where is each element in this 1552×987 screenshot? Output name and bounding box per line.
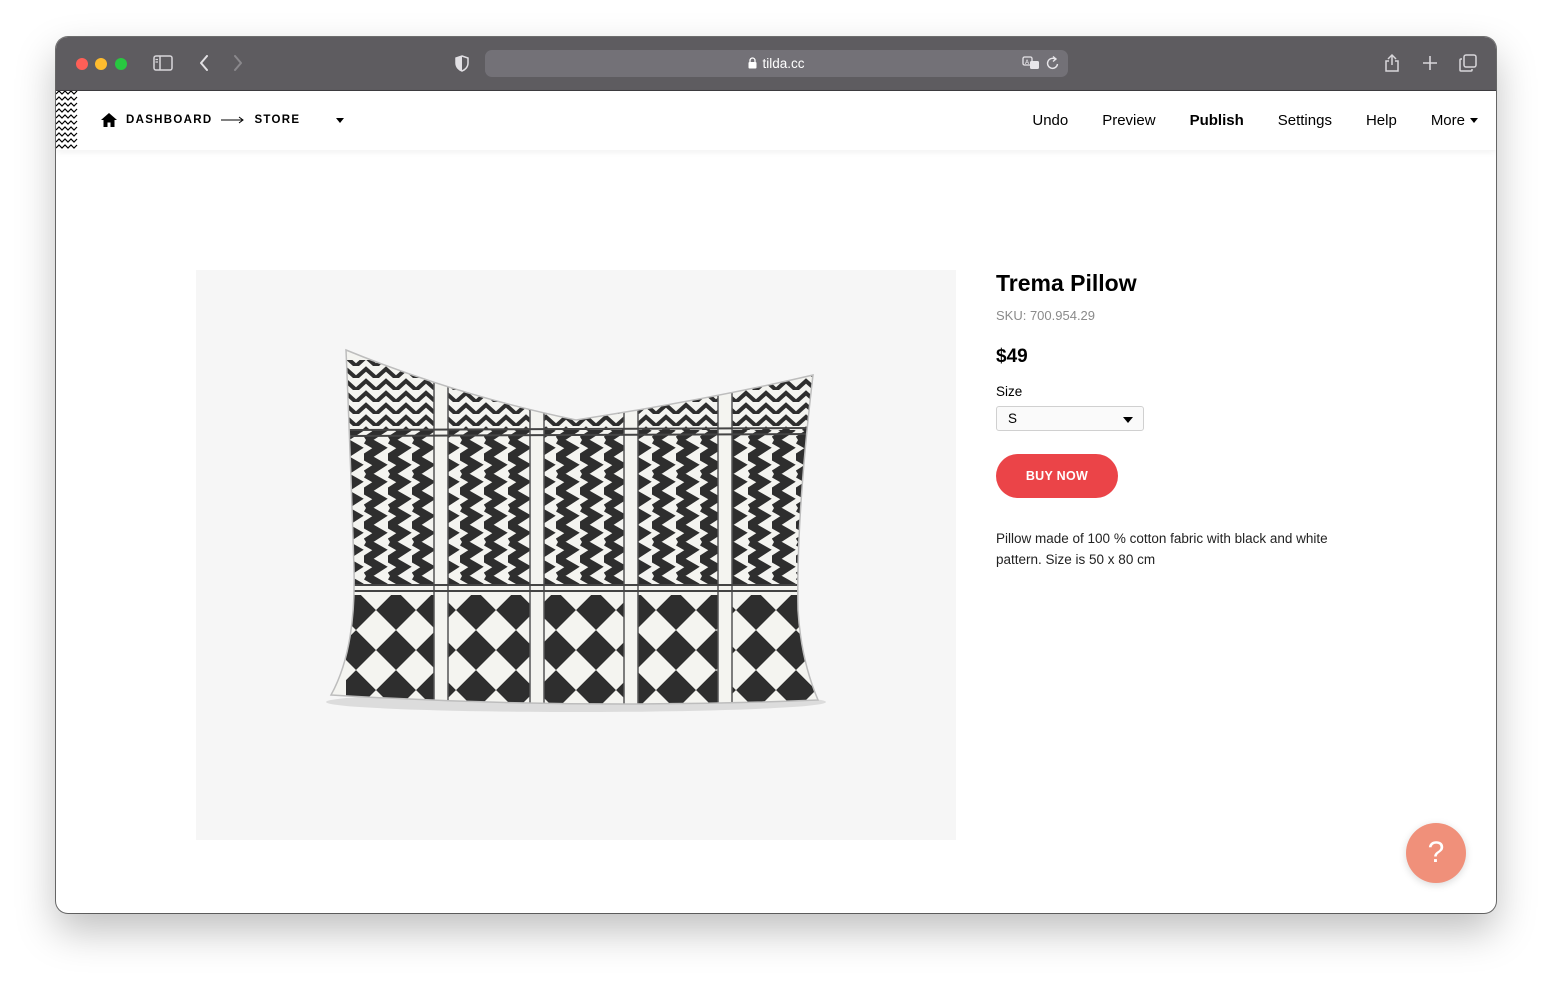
editor-menu: Undo Preview Publish Settings Help More [998,91,1478,150]
product-title: Trema Pillow [996,270,1137,296]
forward-icon[interactable] [230,51,246,75]
pillow-image [326,348,826,712]
shield-icon[interactable] [453,51,471,75]
zoom-window-button[interactable] [115,58,127,70]
reload-icon[interactable] [1046,55,1060,76]
breadcrumb-dashboard[interactable]: DASHBOARD [126,114,212,126]
share-icon[interactable] [1382,51,1402,75]
browser-window: tilda.cc A DASHBOARD STORE Undo Preview … [56,37,1496,913]
browser-toolbar: tilda.cc A [56,37,1496,91]
product-sku: SKU: 700.954.29 [996,308,1096,323]
tabs-overview-icon[interactable] [1457,51,1479,75]
chevron-down-icon [1470,118,1478,123]
lock-icon [748,51,757,78]
new-tab-icon[interactable] [1420,51,1440,75]
sidebar-icon[interactable] [152,51,174,75]
settings-button[interactable]: Settings [1278,112,1332,129]
product-description: Pillow made of 100 % cotton fabric with … [996,531,1328,567]
page-dropdown-caret-icon[interactable] [336,118,344,123]
product-price: $49 [996,346,1028,367]
help-menu-button[interactable]: Help [1366,112,1397,129]
back-icon[interactable] [196,51,212,75]
close-window-button[interactable] [76,58,88,70]
breadcrumb-store[interactable]: STORE [254,114,300,126]
help-question-button[interactable]: ? [1406,823,1466,883]
translate-icon[interactable]: A [1022,55,1040,76]
editor-header: DASHBOARD STORE Undo Preview Publish Set… [56,91,1496,150]
more-menu-button[interactable]: More [1431,112,1478,129]
buy-now-button[interactable]: BUY NOW [996,454,1118,498]
address-bar[interactable]: tilda.cc A [485,50,1068,77]
size-label: Size [996,384,1023,399]
size-select-value: S [1008,411,1018,426]
publish-button[interactable]: Publish [1190,112,1244,129]
preview-button[interactable]: Preview [1102,112,1155,129]
undo-button[interactable]: Undo [1032,112,1068,129]
tilda-logo-pattern [56,91,78,149]
arrow-right-icon [221,116,245,124]
breadcrumb: DASHBOARD STORE [100,111,300,129]
minimize-window-button[interactable] [95,58,107,70]
chevron-down-icon [1123,417,1133,423]
size-select[interactable]: S [996,406,1144,431]
product-image[interactable] [196,270,956,840]
more-label: More [1430,112,1465,129]
url-text: tilda.cc [762,56,805,71]
home-icon[interactable] [100,111,118,129]
